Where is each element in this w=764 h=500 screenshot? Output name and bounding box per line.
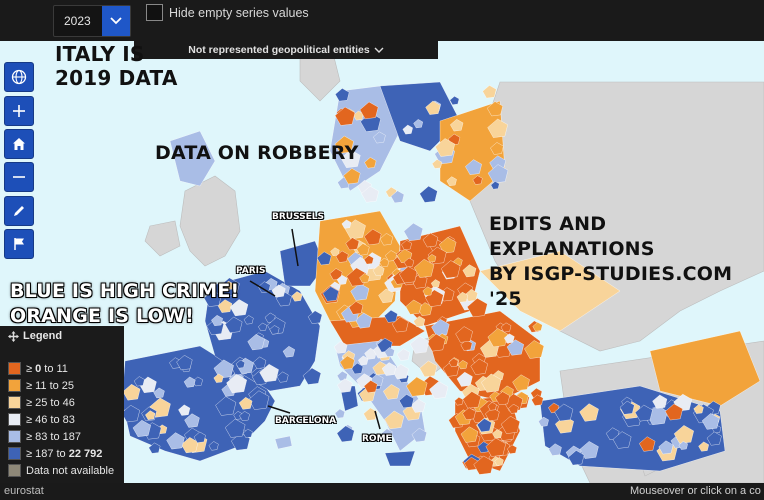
legend-header[interactable]: Legend — [8, 330, 62, 342]
region[interactable] — [449, 96, 460, 105]
zoom-out-button[interactable] — [4, 162, 34, 192]
year-dropdown-button[interactable] — [102, 6, 130, 36]
region[interactable] — [334, 408, 346, 419]
zoom-out-icon — [13, 176, 25, 178]
map-toolbar — [4, 62, 34, 262]
city-label-rome: ROME — [362, 434, 392, 444]
year-select[interactable]: 2023 — [53, 5, 131, 37]
globe-icon — [11, 69, 27, 85]
legend-title: Legend — [23, 330, 63, 342]
legend-item[interactable]: ≥ 187 to 22 792 — [8, 445, 114, 462]
legend-swatch — [8, 362, 21, 375]
legend-label: ≥ 187 to 22 792 — [26, 447, 103, 460]
globe-button[interactable] — [4, 62, 34, 92]
annotation-color-key: BLUE IS HIGH CRIME! ORANGE IS LOW! — [10, 280, 240, 327]
legend-swatch — [8, 396, 21, 409]
region[interactable] — [396, 348, 411, 361]
chevron-down-icon — [374, 47, 384, 53]
region[interactable] — [482, 85, 497, 99]
flag-icon — [14, 238, 24, 250]
hide-empty-toggle[interactable]: Hide empty series values — [146, 4, 309, 21]
legend-label: Data not available — [26, 464, 115, 477]
legend-label: ≥ 0 to 11 — [26, 362, 68, 375]
legend-items: ≥ 0 to 11 ≥ 11 to 25 ≥ 25 to 46 ≥ 46 to 83 ≥… — [8, 360, 114, 479]
legend-label: ≥ 11 to 25 — [26, 379, 75, 392]
mouseover-hint: Mouseover or click on a co — [630, 485, 761, 497]
hide-empty-checkbox[interactable] — [146, 4, 163, 21]
legend-swatch — [8, 464, 21, 477]
legend-label: ≥ 83 to 187 — [26, 430, 81, 443]
flag-button[interactable] — [4, 229, 34, 259]
draw-button[interactable] — [4, 196, 34, 226]
geo-entities-label: Not represented geopolitical entities — [188, 44, 370, 56]
status-bar: eurostat Mouseover or click on a co — [0, 483, 764, 500]
legend-swatch — [8, 413, 21, 426]
home-icon — [13, 138, 25, 150]
legend-item[interactable]: ≥ 25 to 46 — [8, 394, 114, 411]
hide-empty-label: Hide empty series values — [169, 5, 309, 20]
legend-item[interactable]: ≥ 46 to 83 — [8, 411, 114, 428]
pencil-icon — [14, 206, 24, 216]
chevron-down-icon — [110, 17, 122, 25]
legend-swatch — [8, 379, 21, 392]
year-value: 2023 — [64, 14, 91, 28]
top-toolbar: 2023 Hide empty series values — [0, 0, 764, 41]
legend-swatch — [8, 447, 21, 460]
zoom-in-icon — [13, 105, 25, 117]
annotation-edits: EDITS AND EXPLANATIONS BY ISGP-STUDIES.C… — [489, 213, 733, 310]
zoom-in-button[interactable] — [4, 96, 34, 126]
eurostat-logo[interactable]: eurostat — [4, 485, 44, 497]
city-label-brussels: BRUSSELS — [272, 212, 325, 222]
legend-item[interactable]: ≥ 83 to 187 — [8, 428, 114, 445]
city-label-paris: PARIS — [236, 266, 266, 276]
legend-item[interactable]: ≥ 0 to 11 — [8, 360, 114, 377]
home-button[interactable] — [4, 129, 34, 159]
annotation-robbery: DATA ON ROBBERY — [155, 142, 359, 164]
region[interactable] — [337, 378, 353, 393]
region[interactable] — [403, 222, 424, 241]
legend-panel[interactable]: Legend ≥ 0 to 11 ≥ 11 to 25 ≥ 25 to 46 ≥ 46… — [0, 326, 124, 484]
legend-item[interactable]: Data not available — [8, 462, 114, 479]
legend-label: ≥ 25 to 46 — [26, 396, 75, 409]
move-icon[interactable] — [8, 330, 19, 342]
city-label-barcelona: BARCELONA — [275, 416, 337, 426]
geo-entities-toggle[interactable]: Not represented geopolitical entities — [134, 41, 438, 59]
legend-item[interactable]: ≥ 11 to 25 — [8, 377, 114, 394]
legend-swatch — [8, 430, 21, 443]
annotation-italy: ITALY IS 2019 DATA — [55, 42, 178, 90]
legend-label: ≥ 46 to 83 — [26, 413, 75, 426]
region[interactable] — [419, 185, 438, 203]
